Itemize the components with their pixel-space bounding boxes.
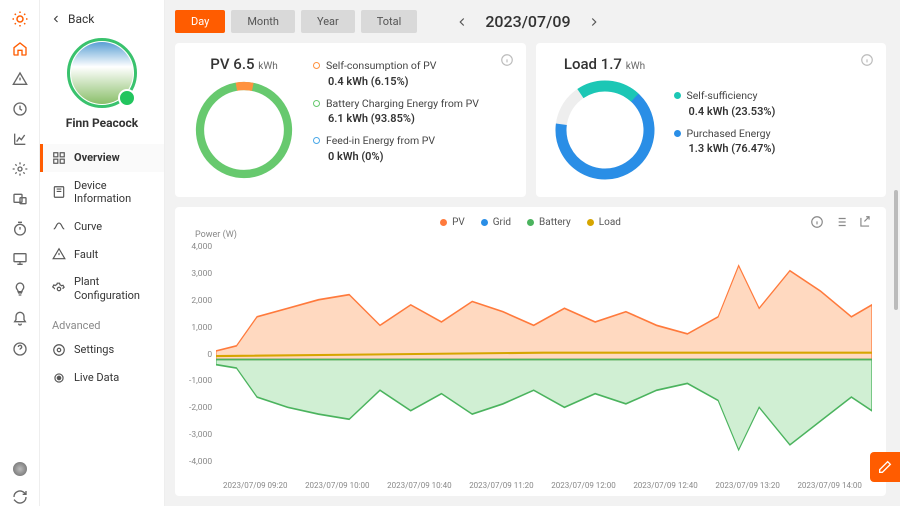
date-nav: 2023/07/09 bbox=[455, 12, 600, 31]
range-month[interactable]: Month bbox=[231, 10, 295, 33]
menu-label: Settings bbox=[74, 343, 114, 356]
legend-battery[interactable]: Battery bbox=[527, 217, 571, 228]
chart-legend: PV Grid Battery Load bbox=[189, 217, 872, 228]
menu-label: Live Data bbox=[74, 371, 119, 384]
pv-title: PV 6.5 kWh bbox=[210, 55, 277, 73]
chart-tools bbox=[810, 215, 872, 229]
bell-icon[interactable] bbox=[11, 310, 29, 328]
sidebar-menu: Overview Device Information Curve Fault … bbox=[40, 144, 164, 392]
load-legend: Self-sufficiency0.4 kWh (23.53%) Purchas… bbox=[674, 59, 776, 185]
user-name: Finn Peacock bbox=[40, 116, 164, 130]
legend-item: Self-consumption of PV0.4 kWh (6.15%) bbox=[313, 59, 479, 88]
icon-rail bbox=[0, 0, 40, 506]
toolbar: Day Month Year Total 2023/07/09 bbox=[175, 10, 886, 33]
export-icon[interactable] bbox=[858, 215, 872, 229]
menu-label: Fault bbox=[74, 248, 98, 261]
menu-label: Plant Configuration bbox=[74, 275, 140, 301]
legend-load[interactable]: Load bbox=[587, 217, 621, 228]
status-badge-icon bbox=[118, 89, 136, 107]
chart-plot[interactable] bbox=[216, 240, 872, 479]
edit-icon bbox=[877, 459, 893, 475]
menu-fault[interactable]: Fault bbox=[40, 240, 164, 268]
info-icon[interactable] bbox=[810, 215, 824, 229]
load-donut-chart bbox=[550, 75, 660, 185]
pv-donut-chart bbox=[189, 75, 299, 185]
config-icon bbox=[52, 282, 66, 296]
menu-overview[interactable]: Overview bbox=[40, 144, 164, 172]
range-total[interactable]: Total bbox=[361, 10, 418, 33]
device-icon bbox=[52, 185, 66, 199]
range-year[interactable]: Year bbox=[301, 10, 355, 33]
devices-icon[interactable] bbox=[11, 190, 29, 208]
y-axis: 4,0003,0002,0001,0000-1,000-2,000-3,000-… bbox=[189, 240, 216, 479]
bulb-icon[interactable] bbox=[11, 280, 29, 298]
scrollbar[interactable] bbox=[894, 190, 898, 310]
legend-grid[interactable]: Grid bbox=[481, 217, 511, 228]
date-next-icon[interactable] bbox=[587, 15, 601, 29]
advanced-section-label: Advanced bbox=[40, 309, 164, 336]
user-avatar[interactable] bbox=[67, 38, 137, 108]
menu-plant-config[interactable]: Plant Configuration bbox=[40, 268, 164, 308]
range-day[interactable]: Day bbox=[175, 10, 225, 33]
menu-curve[interactable]: Curve bbox=[40, 212, 164, 240]
timer-icon[interactable] bbox=[11, 220, 29, 238]
sun-icon[interactable] bbox=[11, 10, 29, 28]
x-axis: 2023/07/09 09:202023/07/09 10:002023/07/… bbox=[189, 479, 872, 490]
current-date[interactable]: 2023/07/09 bbox=[485, 12, 570, 31]
legend-pv[interactable]: PV bbox=[440, 217, 465, 228]
chart-area: 4,0003,0002,0001,0000-1,000-2,000-3,000-… bbox=[189, 240, 872, 479]
info-icon[interactable] bbox=[860, 53, 874, 67]
y-axis-label: Power (W) bbox=[189, 230, 872, 240]
power-chart-card: PV Grid Battery Load Power (W) 4,0003,00… bbox=[175, 207, 886, 496]
back-button[interactable]: Back bbox=[40, 8, 164, 30]
menu-device-info[interactable]: Device Information bbox=[40, 172, 164, 212]
menu-settings[interactable]: Settings bbox=[40, 336, 164, 364]
legend-item: Battery Charging Energy from PV6.1 kWh (… bbox=[313, 97, 479, 126]
chevron-left-icon bbox=[50, 13, 62, 25]
help-icon[interactable] bbox=[11, 340, 29, 358]
menu-live-data[interactable]: Live Data bbox=[40, 364, 164, 392]
back-label: Back bbox=[68, 12, 94, 26]
legend-item: Purchased Energy1.3 kWh (76.47%) bbox=[674, 127, 776, 156]
grid-icon bbox=[52, 151, 66, 165]
range-segmented: Day Month Year Total bbox=[175, 10, 417, 33]
pv-legend: Self-consumption of PV0.4 kWh (6.15%) Ba… bbox=[313, 59, 479, 185]
feedback-fab[interactable] bbox=[870, 452, 900, 482]
gear-small-icon[interactable] bbox=[11, 160, 29, 178]
sidebar: Back Finn Peacock Overview Device Inform… bbox=[40, 0, 165, 506]
menu-label: Device Information bbox=[74, 179, 131, 205]
curve-icon bbox=[52, 219, 66, 233]
legend-item: Feed-in Energy from PV0 kWh (0%) bbox=[313, 134, 479, 163]
refresh-icon[interactable] bbox=[11, 488, 29, 506]
load-card: Load 1.7 kWh Self-sufficiency0.4 kWh (23… bbox=[536, 43, 887, 197]
fault-icon bbox=[52, 247, 66, 261]
chart-icon[interactable] bbox=[11, 130, 29, 148]
main-content: Day Month Year Total 2023/07/09 PV 6.5 k… bbox=[165, 0, 900, 506]
settings-icon bbox=[52, 343, 66, 357]
info-icon[interactable] bbox=[500, 53, 514, 67]
clock-icon[interactable] bbox=[11, 100, 29, 118]
pv-card: PV 6.5 kWh Self-consumption of PV0.4 kWh… bbox=[175, 43, 526, 197]
user-orb-icon[interactable] bbox=[13, 462, 27, 476]
menu-label: Curve bbox=[74, 220, 102, 233]
menu-label: Overview bbox=[74, 151, 120, 164]
monitor-icon[interactable] bbox=[11, 250, 29, 268]
live-icon bbox=[52, 371, 66, 385]
load-title: Load 1.7 kWh bbox=[564, 55, 645, 73]
list-icon[interactable] bbox=[834, 215, 848, 229]
warn-icon[interactable] bbox=[11, 70, 29, 88]
legend-item: Self-sufficiency0.4 kWh (23.53%) bbox=[674, 89, 776, 118]
summary-cards: PV 6.5 kWh Self-consumption of PV0.4 kWh… bbox=[175, 43, 886, 197]
home-icon[interactable] bbox=[11, 40, 29, 58]
date-prev-icon[interactable] bbox=[455, 15, 469, 29]
